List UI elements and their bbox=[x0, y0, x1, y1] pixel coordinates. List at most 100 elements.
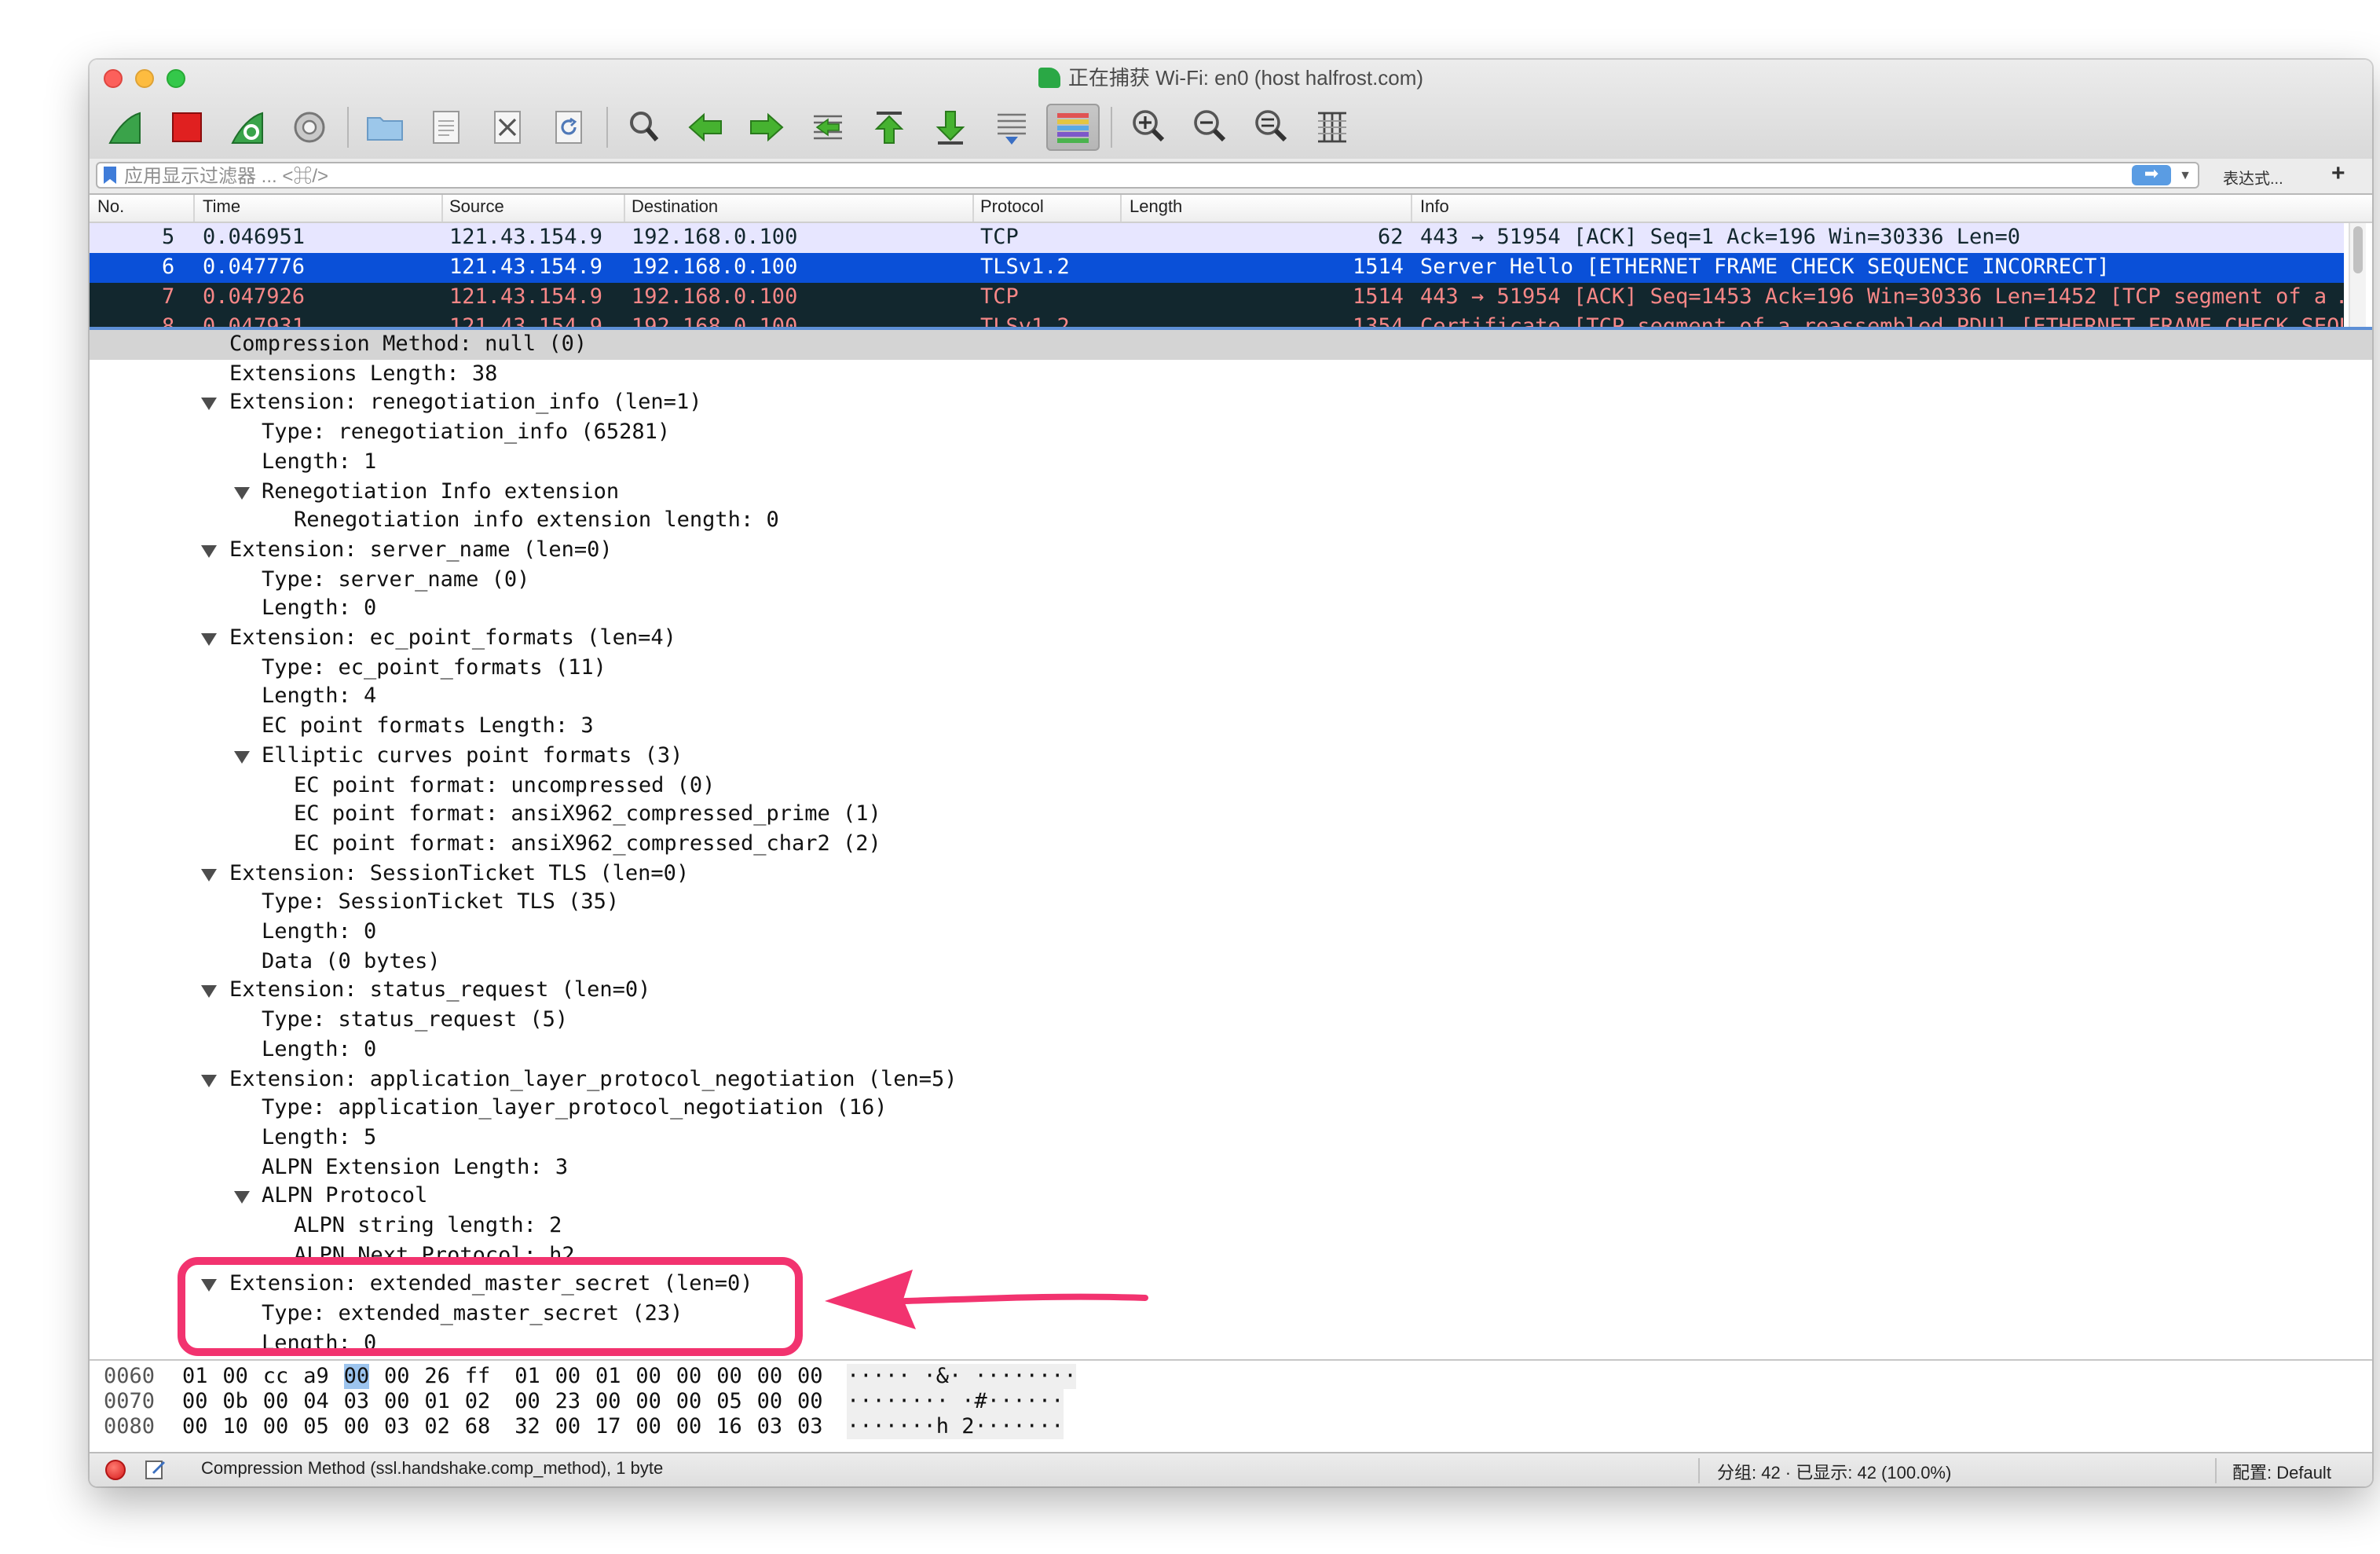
hex-byte[interactable]: 03 bbox=[344, 1389, 370, 1414]
hex-byte[interactable]: 01 bbox=[182, 1364, 208, 1389]
hex-byte[interactable]: 0b bbox=[222, 1389, 248, 1414]
column-divider[interactable] bbox=[1120, 195, 1122, 222]
display-filter-input[interactable]: 应用显示过滤器 ... <⌘/> ➡ ▼ bbox=[96, 162, 2199, 189]
hex-byte[interactable]: 00 bbox=[757, 1364, 783, 1389]
hex-byte[interactable]: 23 bbox=[555, 1389, 581, 1414]
close-file-button[interactable] bbox=[481, 104, 534, 151]
capture-options-button[interactable] bbox=[283, 104, 336, 151]
hex-byte[interactable]: 00 bbox=[595, 1389, 621, 1414]
hex-ascii[interactable]: ····· ·&· ········ bbox=[847, 1364, 1077, 1389]
tree-item[interactable]: Data (0 bytes) bbox=[90, 947, 2372, 977]
column-header-time[interactable]: Time bbox=[203, 198, 240, 217]
expert-info-icon[interactable] bbox=[105, 1460, 126, 1480]
hex-byte[interactable]: 17 bbox=[595, 1414, 621, 1439]
hex-byte[interactable]: 00 bbox=[514, 1389, 540, 1414]
go-back-button[interactable] bbox=[679, 104, 732, 151]
hex-byte[interactable]: 00 bbox=[343, 1364, 370, 1389]
hex-byte[interactable]: ff bbox=[465, 1364, 491, 1389]
tree-item[interactable]: EC point format: uncompressed (0) bbox=[90, 771, 2372, 801]
hex-byte[interactable]: 00 bbox=[384, 1364, 410, 1389]
tree-item[interactable]: Length: 1 bbox=[90, 448, 2372, 478]
tree-item[interactable]: Length: 0 bbox=[90, 1329, 2372, 1359]
hex-byte[interactable]: 10 bbox=[222, 1414, 248, 1439]
column-divider[interactable] bbox=[441, 195, 443, 222]
tree-item[interactable]: Extension: status_request (len=0) bbox=[90, 977, 2372, 1006]
hex-ascii[interactable]: ········ ·#······ bbox=[847, 1389, 1064, 1414]
reload-file-button[interactable] bbox=[542, 104, 595, 151]
tree-item[interactable]: Type: status_request (5) bbox=[90, 1006, 2372, 1035]
tree-item[interactable]: Extensions Length: 38 bbox=[90, 359, 2372, 389]
hex-byte[interactable]: 01 bbox=[514, 1364, 540, 1389]
find-packet-button[interactable] bbox=[617, 104, 671, 151]
tree-item[interactable]: ALPN Next Protocol: h2 bbox=[90, 1241, 2372, 1258]
tree-item[interactable]: ALPN string length: 2 bbox=[90, 1211, 2372, 1241]
hex-byte[interactable]: 00 bbox=[555, 1364, 581, 1389]
hex-byte[interactable]: 00 bbox=[797, 1364, 823, 1389]
hex-byte[interactable]: 32 bbox=[514, 1414, 540, 1439]
resize-columns-button[interactable] bbox=[1305, 104, 1359, 151]
disclosure-triangle-icon[interactable] bbox=[201, 1279, 217, 1292]
hex-byte[interactable]: 00 bbox=[222, 1364, 248, 1389]
hex-byte[interactable]: 16 bbox=[716, 1414, 742, 1439]
tree-item[interactable]: Extension: renegotiation_info (len=1) bbox=[90, 389, 2372, 419]
disclosure-triangle-icon[interactable] bbox=[233, 1191, 249, 1204]
hex-ascii[interactable]: ·······h 2······· bbox=[847, 1414, 1064, 1439]
tree-item[interactable]: Renegotiation Info extension bbox=[90, 477, 2372, 507]
hex-byte[interactable]: 26 bbox=[424, 1364, 450, 1389]
disclosure-triangle-icon[interactable] bbox=[201, 544, 217, 558]
hex-byte[interactable]: 03 bbox=[757, 1414, 783, 1439]
disclosure-triangle-icon[interactable] bbox=[201, 868, 217, 881]
tree-item[interactable]: Extension: application_layer_protocol_ne… bbox=[90, 1065, 2372, 1094]
hex-byte[interactable]: 00 bbox=[555, 1414, 581, 1439]
last-packet-button[interactable] bbox=[924, 104, 977, 151]
packet-row[interactable]: 8 0.047931 121.43.154.9 192.168.0.100 TL… bbox=[90, 313, 2344, 327]
hex-byte[interactable]: 02 bbox=[465, 1389, 491, 1414]
hex-byte[interactable]: 04 bbox=[303, 1389, 329, 1414]
hex-byte[interactable]: 00 bbox=[676, 1364, 702, 1389]
hex-byte[interactable]: 00 bbox=[716, 1364, 742, 1389]
hex-byte[interactable]: 00 bbox=[797, 1389, 823, 1414]
hex-byte[interactable]: 05 bbox=[716, 1389, 742, 1414]
tree-item[interactable]: Length: 0 bbox=[90, 595, 2372, 625]
disclosure-triangle-icon[interactable] bbox=[201, 985, 217, 999]
disclosure-triangle-icon[interactable] bbox=[233, 750, 249, 764]
profile-text[interactable]: 配置: Default bbox=[2232, 1460, 2331, 1485]
tree-item[interactable]: Length: 4 bbox=[90, 683, 2372, 713]
colorize-button[interactable] bbox=[1046, 104, 1100, 151]
tree-item[interactable]: Type: application_layer_protocol_negotia… bbox=[90, 1094, 2372, 1123]
auto-scroll-button[interactable] bbox=[985, 104, 1038, 151]
go-to-packet-button[interactable] bbox=[801, 104, 855, 151]
column-header-protocol[interactable]: Protocol bbox=[980, 198, 1044, 217]
column-divider[interactable] bbox=[972, 195, 974, 222]
hex-byte[interactable]: 00 bbox=[635, 1414, 661, 1439]
tree-item[interactable]: EC point formats Length: 3 bbox=[90, 712, 2372, 742]
tree-item[interactable]: Extension: server_name (len=0) bbox=[90, 536, 2372, 566]
tree-item[interactable]: EC point format: ansiX962_compressed_pri… bbox=[90, 800, 2372, 830]
disclosure-triangle-icon[interactable] bbox=[201, 1074, 217, 1087]
hex-byte[interactable]: 00 bbox=[676, 1389, 702, 1414]
bookmark-icon[interactable] bbox=[104, 167, 116, 184]
tree-item[interactable]: EC point format: ansiX962_compressed_cha… bbox=[90, 830, 2372, 859]
hex-byte[interactable]: 00 bbox=[757, 1389, 783, 1414]
column-divider[interactable] bbox=[1411, 195, 1412, 222]
tree-item[interactable]: Type: server_name (0) bbox=[90, 565, 2372, 595]
tree-item[interactable]: Extension: extended_master_secret (len=0… bbox=[90, 1270, 2372, 1300]
hex-byte[interactable]: 01 bbox=[595, 1364, 621, 1389]
hex-byte[interactable]: 05 bbox=[303, 1414, 329, 1439]
zoom-in-button[interactable] bbox=[1122, 104, 1175, 151]
packet-row[interactable]: 7 0.047926 121.43.154.9 192.168.0.100 TC… bbox=[90, 283, 2344, 313]
column-header-length[interactable]: Length bbox=[1130, 198, 1182, 217]
tree-item[interactable]: Elliptic curves point formats (3) bbox=[90, 742, 2372, 772]
hex-byte[interactable]: 00 bbox=[635, 1389, 661, 1414]
packet-list-scrollbar[interactable] bbox=[2349, 223, 2366, 327]
first-packet-button[interactable] bbox=[862, 104, 916, 151]
hex-byte[interactable]: 03 bbox=[797, 1414, 823, 1439]
tree-item[interactable]: ALPN Extension Length: 3 bbox=[90, 1153, 2372, 1182]
column-header-source[interactable]: Source bbox=[449, 198, 504, 217]
filter-history-dropdown[interactable]: ▼ bbox=[2176, 168, 2195, 182]
tree-item[interactable]: Length: 5 bbox=[90, 1123, 2372, 1153]
open-file-button[interactable] bbox=[358, 104, 412, 151]
hex-byte[interactable]: 00 bbox=[263, 1414, 289, 1439]
column-header-info[interactable]: Info bbox=[1420, 198, 1449, 217]
hex-byte[interactable]: 00 bbox=[263, 1389, 289, 1414]
